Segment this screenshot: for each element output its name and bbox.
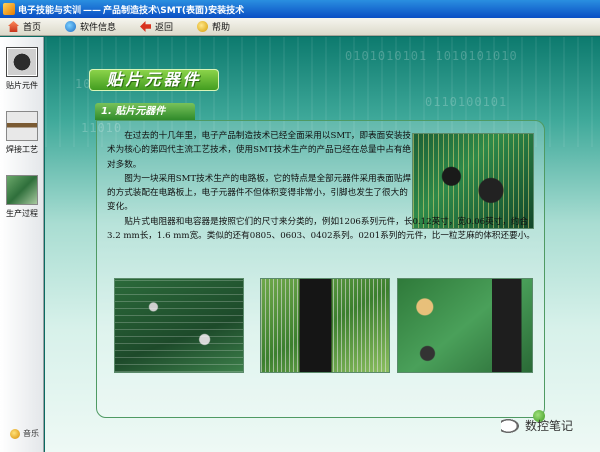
sidebar-item-soldering[interactable]: 焊接工艺 (2, 111, 42, 155)
paragraph: 贴片式电阻器和电容器是按照它们的尺寸来分类的，例如1206系列元件，长0.12英… (107, 216, 535, 242)
back-label: 返回 (155, 23, 174, 33)
home-button[interactable]: 首页 (4, 19, 47, 35)
page-banner: 贴片元器件 (89, 69, 219, 91)
back-button[interactable]: 返回 (136, 19, 179, 35)
solder-icon (6, 111, 38, 141)
music-label: 音乐 (23, 429, 39, 438)
page-title: 贴片元器件 (106, 70, 202, 89)
pcb-photo-resistors (114, 278, 244, 373)
info-icon (65, 21, 77, 32)
title-right: 产品制造技术\SMT(表面)安装技术 (103, 5, 245, 16)
home-icon (8, 21, 19, 32)
paragraph: 在过去的十几年里，电子产品制造技术已经全面采用以SMT，即表面安装技术为核心的第… (107, 131, 412, 170)
title-dash: —— (83, 5, 102, 16)
pcb-photo-capacitors (397, 278, 533, 373)
toolbar: 首页 软件信息 返回 帮助 (0, 18, 600, 36)
app-icon (3, 3, 15, 15)
music-icon (10, 428, 20, 439)
binary-decoration: 0101010101 1010101010 (345, 49, 518, 63)
paragraph: 图为一块采用SMT技术生产的电路板，它的特点是全部元器件采用表面贴焊的方式装配在… (107, 173, 412, 213)
sidebar-item-smd-components[interactable]: 贴片元件 (2, 47, 42, 91)
help-icon (197, 21, 209, 32)
sidebar: 贴片元件 焊接工艺 生产过程 (0, 37, 44, 452)
title-bar: 电子技能与实训 —— 产品制造技术\SMT(表面)安装技术 (0, 0, 600, 18)
pcb-photo-ic (260, 278, 390, 373)
back-arrow-icon (140, 21, 152, 32)
help-label: 帮助 (212, 23, 231, 33)
watermark-text: 数控笔记 (525, 419, 574, 433)
sidebar-item-label: 生产过程 (6, 209, 38, 218)
sidebar-item-production[interactable]: 生产过程 (2, 175, 42, 219)
main-content: 0101010101 1010101010 1010101 0110100101… (45, 37, 600, 452)
music-toggle[interactable]: 音乐 (10, 428, 39, 439)
software-info-button[interactable]: 软件信息 (61, 19, 122, 35)
body-text: 在过去的十几年里，电子产品制造技术已经全面采用以SMT，即表面安装技术为核心的第… (107, 129, 537, 243)
chip-icon (6, 47, 38, 77)
watermark: 数控笔记 (501, 417, 573, 434)
section-title: 1. 贴片元器件 (101, 106, 166, 117)
sidebar-item-label: 焊接工艺 (6, 145, 38, 154)
info-label: 软件信息 (80, 23, 117, 33)
section-tab: 1. 贴片元器件 (95, 103, 195, 120)
window-title: 电子技能与实训 —— 产品制造技术\SMT(表面)安装技术 (18, 3, 244, 16)
home-label: 首页 (23, 23, 42, 33)
sidebar-item-label: 贴片元件 (6, 81, 38, 90)
production-icon (6, 175, 38, 205)
title-left: 电子技能与实训 (18, 5, 82, 16)
binary-decoration: 0110100101 (425, 95, 508, 109)
help-button[interactable]: 帮助 (193, 19, 236, 35)
wechat-icon (501, 418, 519, 433)
